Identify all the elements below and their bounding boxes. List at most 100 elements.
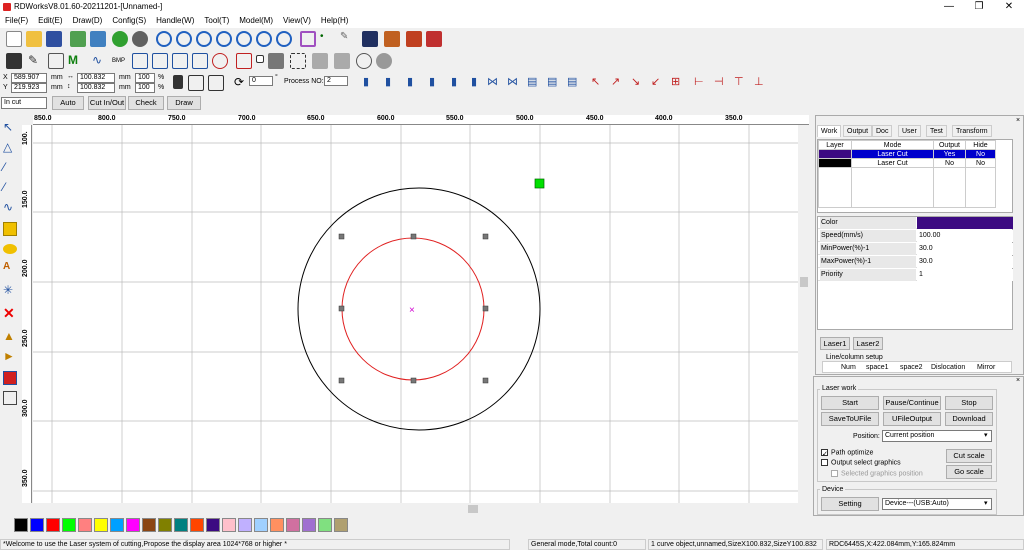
draw-button[interactable]: Draw bbox=[167, 96, 201, 110]
table-row[interactable]: Laser Cut Yes No bbox=[818, 149, 996, 159]
align-bottom-icon[interactable]: ▮ bbox=[429, 75, 435, 88]
tab-laser1[interactable]: Laser1 bbox=[820, 337, 850, 350]
height-field[interactable]: 100.832 bbox=[77, 83, 115, 93]
dist-h-icon[interactable]: ⋈ bbox=[487, 75, 498, 88]
prop-speed-row[interactable]: Speed(mm/s) 100.00 bbox=[818, 230, 1013, 242]
menu-tool[interactable]: Tool(T) bbox=[199, 14, 234, 28]
hscroll-thumb[interactable] bbox=[468, 505, 478, 513]
vertical-scrollbar[interactable] bbox=[798, 125, 810, 503]
table-row[interactable]: Laser Cut No No bbox=[818, 158, 996, 168]
scan-icon[interactable] bbox=[334, 53, 350, 69]
prop-priority-row[interactable]: Priority 1 bbox=[818, 269, 1013, 281]
palette-swatch[interactable] bbox=[270, 518, 284, 532]
camera-icon[interactable] bbox=[6, 53, 22, 69]
palette-swatch[interactable] bbox=[62, 518, 76, 532]
cut-in-out-button[interactable]: Cut In/Out bbox=[88, 96, 126, 110]
zoom-page-icon[interactable] bbox=[236, 31, 252, 47]
text-tool-icon[interactable]: A bbox=[3, 261, 17, 275]
panel-close-icon[interactable]: × bbox=[1016, 117, 1020, 124]
path-optimize-checkbox[interactable]: ✓ Path optimize bbox=[821, 449, 873, 458]
align-vcenter-icon[interactable]: ▮ bbox=[471, 75, 477, 88]
palette-swatch[interactable] bbox=[206, 518, 220, 532]
layer-output[interactable]: No bbox=[933, 158, 966, 168]
v-top-icon[interactable]: ⊤ bbox=[734, 75, 744, 88]
width-field[interactable]: 100.832 bbox=[77, 73, 115, 83]
array-mirror-icon[interactable] bbox=[426, 31, 442, 47]
menu-model[interactable]: Model(M) bbox=[234, 14, 278, 28]
page-center-icon[interactable]: ⊞ bbox=[671, 75, 680, 88]
import-icon[interactable] bbox=[70, 31, 86, 47]
go-scale-button[interactable]: Go scale bbox=[946, 465, 992, 479]
array-icon[interactable] bbox=[384, 31, 400, 47]
new-file-icon[interactable] bbox=[6, 31, 22, 47]
process-field[interactable]: 2 bbox=[324, 76, 348, 86]
laser-panel-close-icon[interactable]: × bbox=[1016, 377, 1020, 384]
dist-v-icon[interactable]: ⋈ bbox=[507, 75, 518, 88]
check-button[interactable]: Check bbox=[128, 96, 164, 110]
tab-test[interactable]: Test bbox=[926, 125, 947, 137]
zoom-select-icon[interactable] bbox=[276, 31, 292, 47]
prop-color-row[interactable]: Color bbox=[818, 217, 1013, 229]
align-right-icon[interactable]: ▮ bbox=[385, 75, 391, 88]
save-icon[interactable] bbox=[46, 31, 62, 47]
monitor-icon[interactable] bbox=[362, 31, 378, 47]
zoom-window-icon[interactable] bbox=[216, 31, 232, 47]
lock-icon[interactable] bbox=[173, 75, 183, 89]
prop-color-swatch[interactable] bbox=[917, 217, 1013, 229]
palette-swatch[interactable] bbox=[94, 518, 108, 532]
cut-mode-select[interactable]: In cut bbox=[1, 97, 47, 109]
page-topright-icon[interactable]: ↗ bbox=[611, 75, 620, 88]
device-select[interactable]: Device---(USB:Auto) bbox=[882, 498, 992, 510]
x-field[interactable]: 589.907 bbox=[11, 73, 47, 83]
gear-icon[interactable] bbox=[376, 53, 392, 69]
layer-tool-icon[interactable] bbox=[3, 371, 17, 385]
origin-marker[interactable] bbox=[534, 178, 545, 189]
h-dist-icon[interactable]: ⊢ bbox=[694, 75, 704, 88]
y-field[interactable]: 219.923 bbox=[11, 83, 47, 93]
palette-swatch[interactable] bbox=[78, 518, 92, 532]
start-button[interactable]: Start bbox=[821, 396, 879, 410]
palette-swatch[interactable] bbox=[286, 518, 300, 532]
point-tool-icon[interactable]: ✳ bbox=[3, 283, 17, 297]
tab-transform[interactable]: Transform bbox=[952, 125, 992, 137]
frame-icon[interactable] bbox=[300, 31, 316, 47]
minimize-button[interactable]: — bbox=[934, 0, 964, 14]
palette-swatch[interactable] bbox=[334, 518, 348, 532]
cut-scale-button[interactable]: Cut scale bbox=[946, 449, 992, 463]
page-bottomright-icon[interactable]: ↘ bbox=[631, 75, 640, 88]
zoom-fit-icon[interactable] bbox=[256, 31, 272, 47]
align-top-icon[interactable]: ▮ bbox=[407, 75, 413, 88]
grid-icon[interactable] bbox=[152, 53, 168, 69]
table-icon[interactable] bbox=[192, 53, 208, 69]
palette-swatch[interactable] bbox=[110, 518, 124, 532]
maximize-button[interactable]: ❐ bbox=[964, 0, 994, 14]
tab-user[interactable]: User bbox=[898, 125, 921, 137]
page-bottomleft-icon[interactable]: ↙ bbox=[651, 75, 660, 88]
mirror-h-icon[interactable]: ▲ bbox=[3, 329, 17, 343]
same-height-icon[interactable]: ▤ bbox=[547, 75, 557, 88]
scale-y-field[interactable]: 100 bbox=[135, 83, 155, 93]
palette-swatch[interactable] bbox=[190, 518, 204, 532]
delete-icon[interactable]: ✕ bbox=[3, 305, 17, 321]
align-hcenter-icon[interactable]: ▮ bbox=[451, 75, 457, 88]
layer-output[interactable]: Yes bbox=[933, 149, 966, 159]
rotation-field[interactable]: 0 bbox=[249, 76, 273, 86]
outer-circle[interactable] bbox=[297, 187, 541, 431]
palette-swatch[interactable] bbox=[222, 518, 236, 532]
output-select-checkbox[interactable]: Output select graphics bbox=[821, 459, 901, 466]
pause-continue-button[interactable]: Pause/Continue bbox=[883, 396, 941, 410]
anchor-grid-icon[interactable] bbox=[188, 75, 204, 91]
setting-button[interactable]: Setting bbox=[821, 497, 879, 511]
prop-value[interactable]: 30.0 bbox=[917, 243, 1013, 255]
redo-icon[interactable] bbox=[132, 31, 148, 47]
wand-icon[interactable]: ✎ bbox=[28, 53, 44, 69]
palette-swatch[interactable] bbox=[302, 518, 316, 532]
ufile-output-button[interactable]: UFileOutput bbox=[883, 412, 941, 426]
rect-icon[interactable] bbox=[132, 53, 148, 69]
horizontal-scrollbar[interactable] bbox=[33, 503, 798, 515]
undo-icon[interactable] bbox=[112, 31, 128, 47]
menu-handle[interactable]: Handle(W) bbox=[151, 14, 199, 28]
v-bottom-icon[interactable]: ⊥ bbox=[754, 75, 764, 88]
menu-view[interactable]: View(V) bbox=[278, 14, 316, 28]
mirror-v-icon[interactable]: ► bbox=[3, 349, 17, 363]
